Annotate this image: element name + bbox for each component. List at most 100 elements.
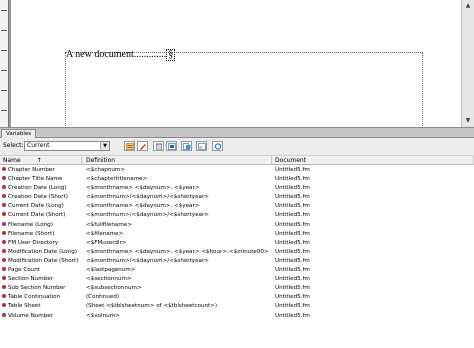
- delete-variable-icon[interactable]: [153, 141, 164, 151]
- variable-name-cell[interactable]: Chapter Number: [2, 166, 82, 175]
- text-frame[interactable]: [65, 52, 423, 127]
- scroll-down-arrow-icon[interactable]: ▼: [462, 115, 474, 127]
- scroll-up-arrow-icon[interactable]: ▲: [462, 0, 474, 12]
- column-header-name-label: Name: [3, 157, 21, 164]
- variable-definition: <$filename>: [86, 230, 124, 237]
- variable-name: Volume Number: [8, 312, 54, 319]
- table-row[interactable]: Modification Date (Long) <$monthname> <$d…: [0, 248, 474, 257]
- variable-name-cell[interactable]: Modification Date (Long): [2, 248, 82, 257]
- variable-document: Untitled5.fm: [275, 285, 310, 292]
- vertical-ruler: [0, 0, 9, 127]
- table-row[interactable]: Section Number <$sectionnum> Untitled5.fm: [0, 275, 474, 284]
- variable-name-cell[interactable]: Filename (Long): [2, 221, 82, 230]
- show-definition-icon[interactable]: a: [196, 141, 207, 151]
- chevron-down-icon[interactable]: ▼: [100, 142, 109, 150]
- variable-document: Untitled5.fm: [275, 303, 310, 310]
- vertical-scrollbar[interactable]: ▲ ▼: [461, 0, 474, 127]
- select-dropdown[interactable]: Current ▼: [24, 141, 110, 151]
- variable-bullet-icon: [2, 194, 6, 199]
- document-window: A new document............. § ▲ ▼: [0, 0, 474, 127]
- variable-name: Modification Date (Short): [8, 257, 79, 264]
- variable-bullet-icon: [2, 230, 6, 235]
- variables-toolbar: Select: Current ▼ a: [0, 139, 474, 153]
- table-row[interactable]: Current Date (Short) <$monthnum>/<$daynum…: [0, 211, 474, 220]
- variable-name-cell[interactable]: Creation Date (Long): [2, 184, 82, 193]
- variable-name-cell[interactable]: Current Date (Long): [2, 202, 82, 211]
- select-value: Current: [27, 142, 50, 149]
- table-row[interactable]: Table Continuation (Continued) Untitled5.f…: [0, 293, 474, 302]
- document-text[interactable]: A new document............. §: [66, 49, 176, 61]
- variable-name-cell[interactable]: Table Sheet: [2, 302, 82, 311]
- variable-name-cell[interactable]: Volume Number: [2, 312, 82, 321]
- table-rows: Chapter Number <$chapnum> Untitled5.fm Chap…: [0, 166, 474, 321]
- variable-name-cell[interactable]: Page Count: [2, 266, 82, 275]
- variable-name-cell[interactable]: Table Continuation: [2, 293, 82, 302]
- variable-name-cell[interactable]: Current Date (Short): [2, 211, 82, 220]
- variable-definition: (Sheet <$tblsheetnum> of <$tblsheetcount…: [86, 303, 218, 310]
- variable-definition: <$chapnum>: [86, 167, 126, 173]
- variable-name-cell[interactable]: FM User Directory: [2, 239, 82, 248]
- variable-name-cell[interactable]: Modification Date (Short): [2, 257, 82, 266]
- variable-name: Section Number: [8, 276, 54, 283]
- variable-definition: <$monthname> <$daynum>, <$year> <$hour>:…: [86, 248, 269, 255]
- variable-name: Filename (Long): [8, 221, 53, 228]
- variable-name-cell[interactable]: Section Number: [2, 275, 82, 284]
- variable-name-cell[interactable]: Creation Date (Short): [2, 193, 82, 202]
- tab-variables[interactable]: Variables: [1, 129, 37, 138]
- variable-name: Chapter Title Name: [8, 176, 63, 183]
- refresh-icon[interactable]: [212, 141, 223, 151]
- table-row[interactable]: Creation Date (Short) <$monthnum>/<$daynu…: [0, 193, 474, 202]
- variable-definition: <$chaptertitlename>: [86, 176, 148, 183]
- variable-name: Current Date (Short): [8, 212, 66, 219]
- variable-bullet-icon: [2, 239, 6, 244]
- table-row[interactable]: Current Date (Long) <$monthname> <$daynum…: [0, 202, 474, 211]
- variable-document: Untitled5.fm: [275, 167, 310, 173]
- table-row[interactable]: Volume Number <$volnum> Untitled5.fm: [0, 312, 474, 321]
- variable-name: Table Sheet: [8, 303, 41, 310]
- variable-name-cell[interactable]: Sub Section Number: [2, 284, 82, 293]
- variable-definition: <$monthname> <$daynum>, <$year>: [86, 203, 200, 210]
- variable-definition: <$monthnum>/<$daynum>/<$shortyear>: [86, 257, 209, 264]
- variable-bullet-icon: [2, 167, 6, 171]
- variable-bullet-icon: [2, 176, 6, 181]
- document-leader-dots: .............: [133, 49, 167, 60]
- variable-document: Untitled5.fm: [275, 230, 310, 237]
- column-header-definition[interactable]: Definition: [83, 156, 272, 165]
- table-row[interactable]: FM User Directory <$FMuserdir> Untitled5.f…: [0, 239, 474, 248]
- variable-document: Untitled5.fm: [275, 257, 310, 264]
- variable-bullet-icon: [2, 276, 6, 281]
- edit-variable-icon[interactable]: [137, 141, 148, 151]
- variable-document: Untitled5.fm: [275, 194, 310, 201]
- variable-name: FM User Directory: [8, 239, 59, 246]
- table-row[interactable]: Filename (Short) <$filename> Untitled5.fm: [0, 230, 474, 239]
- variable-bullet-icon: [2, 285, 6, 290]
- convert-variable-icon[interactable]: [166, 141, 177, 151]
- sort-ascending-icon[interactable]: ↑: [37, 157, 42, 164]
- variable-bullet-icon: [2, 248, 6, 253]
- table-row[interactable]: Table Sheet (Sheet <$tblsheetnum> of <$tb…: [0, 302, 474, 311]
- variable-bullet-icon: [2, 294, 6, 299]
- variable-name-cell[interactable]: Filename (Short): [2, 230, 82, 239]
- import-icon[interactable]: [181, 141, 192, 151]
- variable-definition: <$FMuserdir>: [86, 239, 127, 246]
- table-row[interactable]: Filename (Long) <$fullfilename> Untitled5.…: [0, 221, 474, 230]
- variables-panel: Variables Select: Current ▼ a Name ↑ Def…: [0, 127, 474, 348]
- document-page[interactable]: A new document............. §: [11, 0, 461, 127]
- document-text-content[interactable]: A new document: [66, 49, 134, 60]
- column-header-name[interactable]: Name ↑: [0, 156, 82, 165]
- insert-variable-icon[interactable]: [124, 141, 135, 151]
- variable-document: Untitled5.fm: [275, 267, 310, 274]
- table-row[interactable]: Chapter Title Name <$chaptertitlename> Unt…: [0, 175, 474, 184]
- column-header-document[interactable]: Document: [272, 156, 474, 165]
- variable-name-cell[interactable]: Chapter Title Name: [2, 175, 82, 184]
- table-row[interactable]: Creation Date (Long) <$monthname> <$daynu…: [0, 184, 474, 193]
- variable-definition: <$monthnum>/<$daynum>/<$shortyear>: [86, 212, 209, 219]
- table-row[interactable]: Modification Date (Short) <$monthnum>/<$d…: [0, 257, 474, 266]
- panel-tab-strip: Variables: [0, 128, 474, 138]
- table-row[interactable]: Page Count <$lastpagenum> Untitled5.fm: [0, 266, 474, 275]
- variable-definition: <$volnum>: [86, 312, 120, 319]
- variable-document: Untitled5.fm: [275, 248, 310, 255]
- table-row[interactable]: Chapter Number <$chapnum> Untitled5.fm: [0, 166, 474, 175]
- variable-definition: <$monthname> <$daynum>, <$year>: [86, 185, 200, 192]
- table-row[interactable]: Sub Section Number <$subsectionnum> Untitl…: [0, 284, 474, 293]
